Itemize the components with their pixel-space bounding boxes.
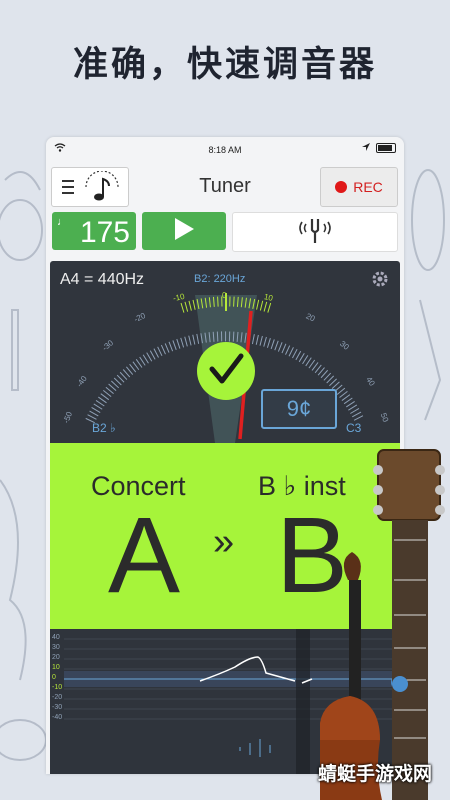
y-label-minus-40: -40 — [52, 714, 63, 721]
record-button[interactable]: REC — [320, 167, 398, 207]
y-label-10: 10 — [52, 664, 60, 671]
play-icon — [173, 217, 195, 246]
y-label-0: 0 — [52, 674, 56, 681]
promo-headline: 准确，快速调音器 — [72, 45, 377, 85]
record-dot-icon — [335, 181, 348, 193]
y-label-minus-20: -20 — [52, 694, 63, 701]
scale-label-right-10: 10 — [263, 292, 274, 303]
transpose-arrow-icon: » — [213, 521, 235, 563]
y-label-20: 20 — [52, 654, 60, 661]
settings-gear-icon[interactable] — [370, 269, 390, 294]
scale-center-label: 0 — [222, 291, 227, 300]
battery-icon — [376, 143, 396, 153]
sharp-note-label: C3 — [346, 421, 362, 435]
control-row: ♩ 175 — [50, 212, 400, 252]
location-icon — [362, 143, 370, 153]
watermark-text: 蜻蜓手游戏网 — [317, 763, 432, 785]
y-label-40: 40 — [52, 634, 60, 641]
status-time: 8:18 AM — [208, 145, 242, 155]
tuning-fork-icon — [293, 216, 337, 249]
reference-pitch[interactable]: A4 = 440Hz — [60, 271, 144, 289]
status-bar: 8:18 AM — [46, 137, 404, 161]
cents-readout: 9¢ — [261, 389, 337, 429]
concert-note: A — [108, 494, 181, 615]
target-frequency: B2: 220Hz — [194, 273, 246, 285]
record-label: REC — [353, 179, 383, 195]
tuning-fork-button[interactable] — [232, 212, 398, 252]
tuner-meter: A4 = 440Hz B2: 220Hz 0 -10 -20 -30 -40 -… — [50, 261, 400, 443]
flat-note-label: B2 ♭ — [92, 421, 116, 435]
quarter-note-icon: ♩ — [57, 216, 68, 228]
play-button[interactable] — [142, 212, 226, 250]
violin-guitar-illustration — [320, 449, 445, 800]
bpm-value: 175 — [79, 216, 130, 249]
y-label-30: 30 — [52, 644, 60, 651]
y-label-minus-30: -30 — [52, 704, 63, 711]
toolbar: Tuner REC — [50, 167, 400, 207]
y-label-minus-10: -10 — [52, 684, 63, 691]
bpm-button[interactable]: ♩ 175 — [52, 212, 136, 250]
